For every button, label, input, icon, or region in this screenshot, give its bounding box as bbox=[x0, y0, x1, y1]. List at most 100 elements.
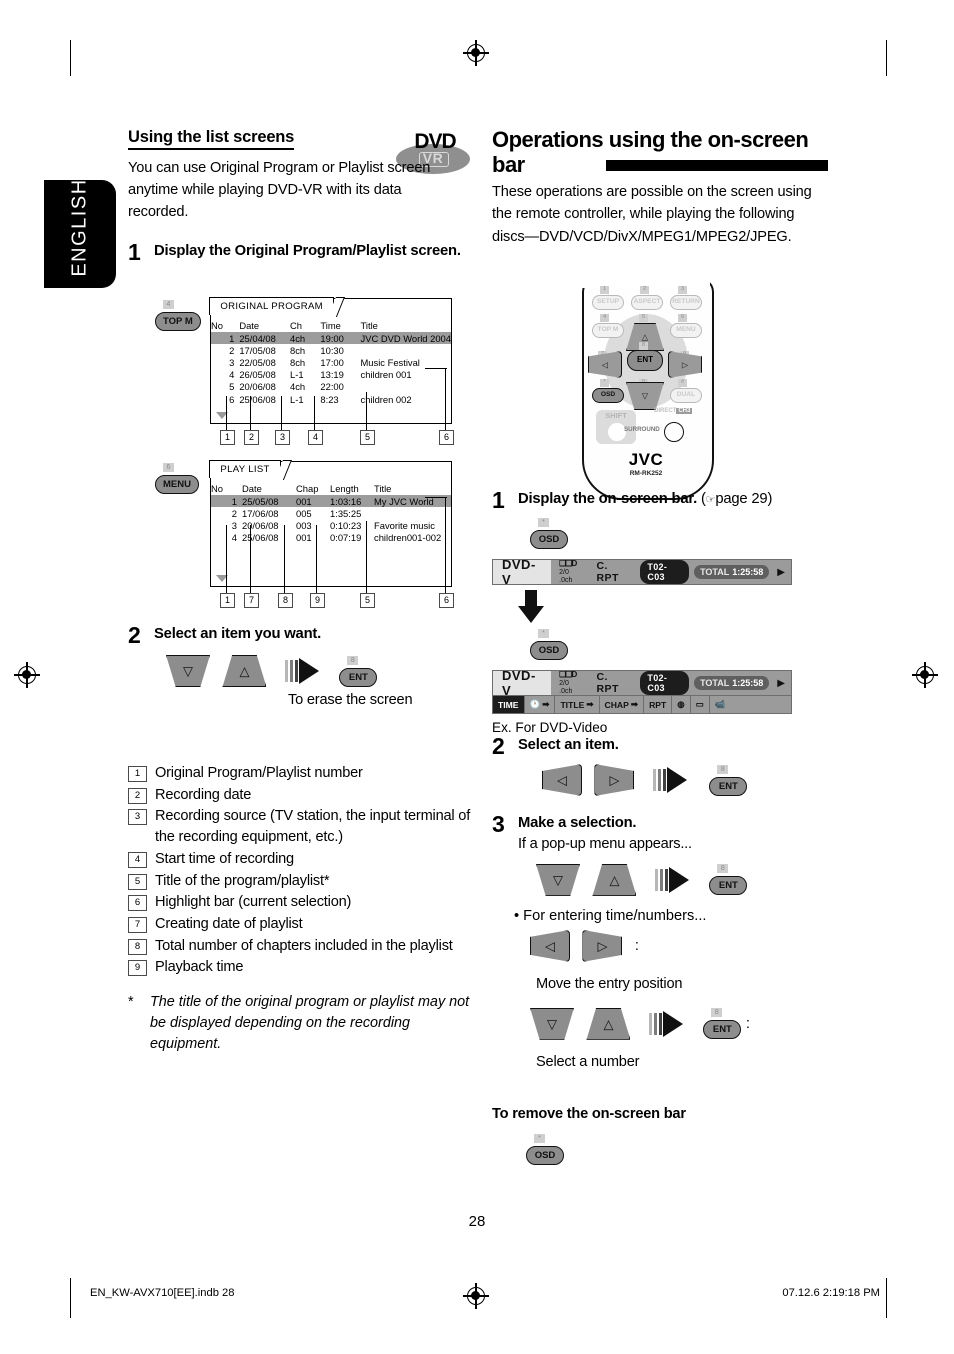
cell-time: 19:00 bbox=[320, 332, 361, 345]
table-row[interactable]: 6 25/06/08 L-1 8:23 children 002 bbox=[211, 393, 451, 405]
topm-key-remote[interactable]: TOP M bbox=[592, 323, 624, 338]
legend-number: 4 bbox=[128, 851, 147, 868]
page-reference-text: page 29 bbox=[715, 491, 768, 507]
table-row[interactable]: 2 17/06/08 005 1:35:25 bbox=[211, 507, 451, 519]
total-label: TOTAL bbox=[700, 567, 730, 577]
cell-ch: 4ch bbox=[289, 332, 321, 345]
osd-key-step1-again[interactable]: * OSD bbox=[530, 629, 574, 660]
surround-button[interactable] bbox=[664, 422, 684, 442]
cell-no: 2 bbox=[229, 344, 235, 356]
ent-key[interactable]: 8 ENT bbox=[709, 864, 748, 896]
table-row[interactable]: 4 25/06/08 001 0:07:19 children001-002 bbox=[211, 532, 451, 544]
registration-mark-top bbox=[463, 40, 489, 66]
cell-no: 2 bbox=[231, 507, 237, 519]
callout-5: 5 bbox=[360, 593, 375, 608]
erase-screen-caption: To erase the screen bbox=[288, 692, 413, 708]
ent-key-remote[interactable]: ENT bbox=[627, 350, 663, 371]
down-arrow-key[interactable]: ▽ bbox=[166, 655, 210, 687]
osbar-item-title[interactable]: TITLE ➡ bbox=[555, 696, 600, 713]
onscreen-bar-row-1: DVD-V ❏❏D 2/0 .0ch C. RPT T02-C03 TOTAL 1… bbox=[492, 557, 792, 587]
osd-key-number: * bbox=[534, 1134, 545, 1143]
osbar-item-angle[interactable]: 📹 bbox=[710, 696, 791, 713]
cell-length: 1:03:16 bbox=[330, 495, 374, 508]
menu-key[interactable]: 6 MENU bbox=[155, 463, 199, 494]
original-program-callouts: 1 2 3 4 5 6 bbox=[155, 368, 465, 452]
original-program-screen: ORIGINAL PROGRAM No Date Ch Time Title 1… bbox=[209, 297, 452, 424]
cell-title bbox=[374, 507, 451, 519]
remove-heading: To remove the on-screen bar bbox=[492, 1106, 686, 1122]
list-item: 3 Recording source (TV station, the inpu… bbox=[128, 806, 480, 847]
dual-key[interactable]: DUAL bbox=[670, 388, 702, 403]
col-title: Title bbox=[360, 320, 378, 331]
col-no: No bbox=[211, 320, 223, 331]
dolby-icon: ❏❏D bbox=[559, 559, 577, 569]
right-arrow-key[interactable]: ▷ bbox=[594, 764, 635, 796]
table-header-row: No Date Ch Time Title bbox=[211, 319, 451, 332]
setup-key[interactable]: SETUP bbox=[592, 295, 624, 310]
cell-title: children 001 bbox=[360, 369, 412, 381]
down-arrow-key[interactable]: ▽ bbox=[530, 1007, 574, 1040]
footnote-text: The title of the original program or pla… bbox=[150, 994, 470, 1052]
dolby-icon: ❏❏D bbox=[559, 670, 577, 680]
jvc-brand-logo: JVC bbox=[628, 450, 664, 469]
legend-number: 8 bbox=[128, 938, 147, 955]
down-arrow-key[interactable]: ▽ bbox=[536, 863, 580, 896]
osbar-item-audio[interactable]: ◍ bbox=[672, 696, 691, 713]
cell-title bbox=[361, 381, 452, 393]
table-row[interactable]: 4 26/05/08 L-1 13:19 children 001 bbox=[211, 369, 451, 381]
osbar-item-time[interactable]: TIME bbox=[493, 696, 525, 713]
cell-time: 10:30 bbox=[320, 344, 344, 356]
ent-key[interactable]: 8 ENT bbox=[339, 655, 378, 687]
next-arrow-icon[interactable]: ▶ bbox=[771, 671, 791, 695]
ent-key[interactable]: 8 ENT bbox=[709, 764, 748, 796]
left-arrow-key[interactable]: ◁ bbox=[530, 929, 570, 962]
up-arrow-key[interactable]: △ bbox=[586, 1007, 631, 1040]
registration-mark-right bbox=[912, 662, 938, 688]
up-arrow-key[interactable]: △ bbox=[222, 655, 267, 687]
onscreen-bar-row-2: TIME 🕐 ➡ TITLE ➡ CHAP ➡ RPT ◍ ▭ 📹 bbox=[492, 696, 792, 714]
table-row[interactable]: 3 22/05/08 8ch 17:00 Music Festival bbox=[211, 356, 451, 368]
aspect-key[interactable]: ASPECT bbox=[631, 295, 663, 310]
key-number-asterisk: * bbox=[600, 379, 609, 387]
cell-length: 0:10:23 bbox=[330, 519, 362, 531]
osd-key-step1[interactable]: * OSD bbox=[530, 518, 574, 549]
next-arrow-icon[interactable]: ▶ bbox=[771, 560, 791, 584]
up-arrow-key[interactable]: △ bbox=[592, 863, 637, 896]
footnote-marker: * bbox=[128, 994, 134, 1011]
osbar-item-subtitle[interactable]: ▭ bbox=[691, 696, 710, 713]
osbar-item-chap[interactable]: CHAP ➡ bbox=[600, 696, 645, 713]
cell-ch: L-1 bbox=[289, 393, 304, 405]
return-key[interactable]: RETURN bbox=[670, 295, 702, 310]
col-title: Title bbox=[374, 483, 392, 494]
osbar-item-rpt[interactable]: RPT bbox=[644, 696, 673, 713]
ent-key[interactable]: 8 ENT bbox=[703, 1008, 742, 1040]
cell-date: 17/06/08 bbox=[242, 507, 279, 519]
osd-key-remove[interactable]: * OSD bbox=[526, 1134, 570, 1165]
page-reference[interactable]: (☞page 29) bbox=[701, 491, 772, 507]
step-1-number: 1 bbox=[128, 238, 141, 265]
left-arrow-key[interactable]: ◁ bbox=[542, 764, 582, 796]
menu-key-remote[interactable]: MENU bbox=[670, 323, 702, 338]
cell-chap: 005 bbox=[296, 507, 312, 519]
osd-key-remote[interactable]: OSD bbox=[592, 388, 624, 403]
osd-key-label: OSD bbox=[526, 1146, 564, 1165]
cell-time: 17:00 bbox=[320, 356, 344, 368]
cell-ch: L-1 bbox=[289, 369, 304, 381]
move-entry-caption: Move the entry position bbox=[536, 975, 683, 992]
table-row[interactable]: 1 25/05/08 001 1:03:16 My JVC World bbox=[211, 495, 451, 508]
table-row[interactable]: 1 25/04/08 4ch 19:00 JVC DVD World 2004 bbox=[211, 332, 451, 345]
ent-key-number: 8 bbox=[717, 764, 729, 774]
heading-rule bbox=[606, 160, 828, 172]
cell-date: 17/05/08 bbox=[239, 344, 276, 356]
right-arrow-key[interactable]: ▷ bbox=[582, 929, 623, 962]
audio-format-block: ❏❏D 2/0 .0ch bbox=[551, 559, 590, 584]
topm-key[interactable]: 4 TOP M bbox=[155, 300, 201, 331]
osbar-item-clock[interactable]: 🕐 ➡ bbox=[525, 696, 556, 713]
list-item: 4 Start time of recording bbox=[128, 849, 480, 870]
footer-filename: EN_KW-AVX710[EE].indb 28 bbox=[90, 1287, 235, 1299]
osd-key-number: * bbox=[538, 629, 549, 638]
cell-date: 25/05/08 bbox=[242, 495, 296, 508]
table-row[interactable]: 3 20/06/08 003 0:10:23 Favorite music bbox=[211, 519, 451, 531]
table-row[interactable]: 5 20/06/08 4ch 22:00 bbox=[211, 381, 451, 393]
table-row[interactable]: 2 17/05/08 8ch 10:30 bbox=[211, 344, 451, 356]
